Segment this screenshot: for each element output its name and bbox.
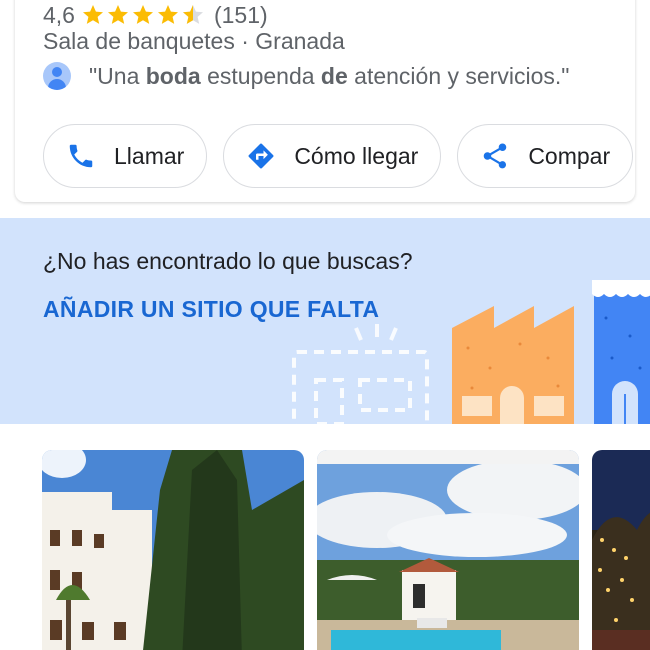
pool-photo	[317, 450, 579, 650]
star-icon	[107, 5, 128, 24]
call-button[interactable]: Llamar	[43, 124, 208, 188]
share-icon	[484, 143, 507, 169]
directions-button[interactable]: Cómo llegar	[223, 124, 442, 188]
share-label: Compar	[528, 142, 611, 169]
missing-place-banner: ¿No has encontrado lo que buscas? AÑADIR…	[0, 218, 650, 424]
review-snippet[interactable]: "Una boda estupenda de atención y servic…	[43, 62, 569, 90]
share-button[interactable]: Compar	[457, 124, 634, 188]
directions-label: Cómo llegar	[294, 142, 419, 169]
photo-item[interactable]	[317, 450, 579, 650]
place-category: Sala de banquetes · Granada	[43, 28, 345, 54]
half-star-icon	[182, 5, 203, 24]
page: 4,6 (151) Sala de banquetes · Granada "U…	[0, 0, 650, 650]
hotel-exterior-photo	[42, 450, 304, 650]
star-icon	[157, 5, 178, 24]
call-label: Llamar	[114, 142, 185, 169]
star-icon	[132, 5, 153, 24]
star-icon	[82, 5, 103, 24]
action-chips: Llamar Cómo llegar Compar	[43, 124, 649, 188]
add-missing-place-link[interactable]: AÑADIR UN SITIO QUE FALTA	[43, 296, 379, 323]
reviewer-avatar-icon	[43, 62, 71, 90]
review-text: "Una boda estupenda de atención y servic…	[89, 62, 570, 89]
star-rating	[81, 3, 206, 27]
banner-question: ¿No has encontrado lo que buscas?	[43, 248, 413, 274]
place-card[interactable]: 4,6 (151) Sala de banquetes · Granada "U…	[15, 0, 635, 202]
photo-carousel[interactable]	[0, 424, 650, 650]
directions-icon	[248, 143, 274, 169]
rating-value: 4,6	[43, 1, 75, 28]
photo-item[interactable]	[42, 450, 304, 650]
rating-row: 4,6 (151)	[43, 0, 268, 31]
review-count[interactable]: (151)	[214, 2, 268, 29]
phone-icon	[69, 144, 93, 168]
night-event-photo	[592, 450, 650, 650]
photo-item[interactable]	[592, 450, 650, 650]
